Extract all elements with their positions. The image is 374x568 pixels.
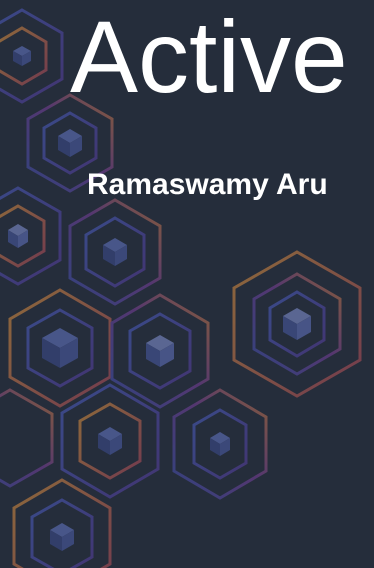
presentation-slide: Active Ramaswamy Aru xyxy=(0,0,374,568)
slide-author: Ramaswamy Aru xyxy=(87,168,328,201)
slide-title: Active xyxy=(70,0,348,114)
